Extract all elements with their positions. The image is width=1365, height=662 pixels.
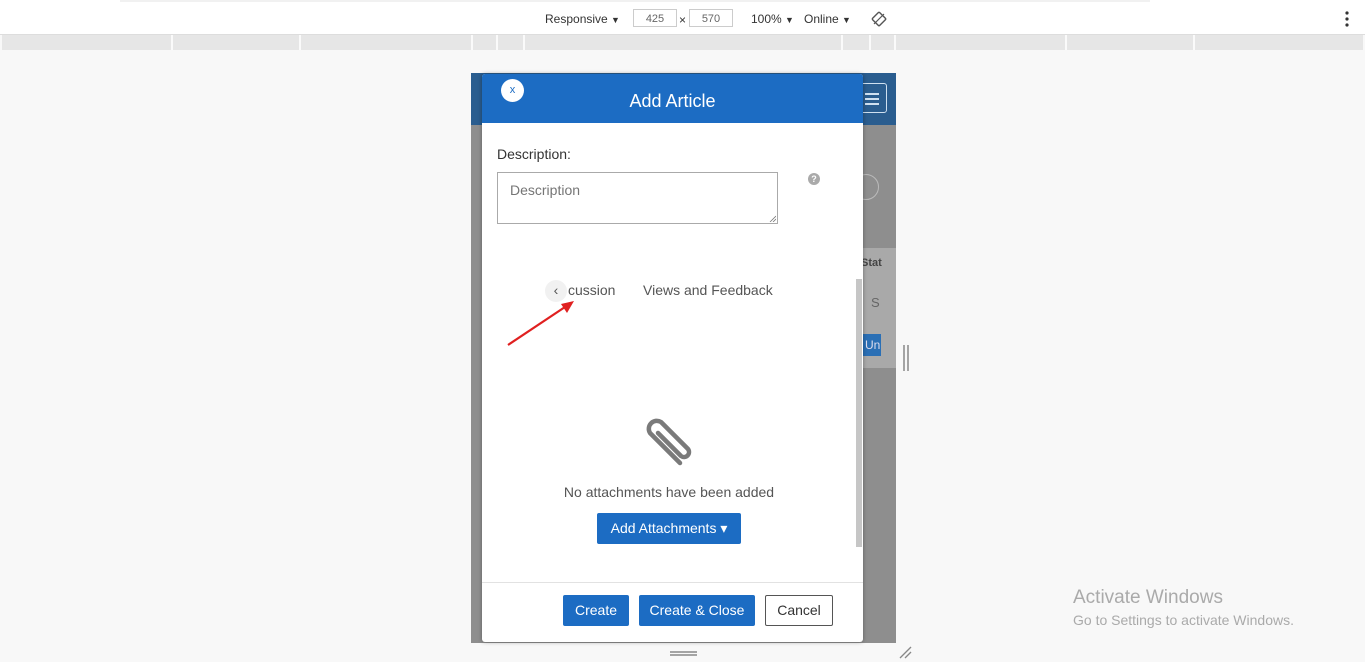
caret-down-icon: ▼ xyxy=(842,15,851,25)
device-select[interactable]: Responsive ▼ xyxy=(545,12,620,27)
caret-down-icon: ▼ xyxy=(785,15,794,25)
media-query-divider xyxy=(1065,35,1067,50)
rotate-icon[interactable] xyxy=(871,11,887,27)
description-label: Description: xyxy=(497,146,571,162)
media-query-divider xyxy=(894,35,896,50)
add-attachments-button[interactable]: Add Attachments ▾ xyxy=(597,513,741,544)
media-query-divider xyxy=(841,35,843,50)
media-query-divider xyxy=(869,35,871,50)
add-attachments-label: Add Attachments xyxy=(610,520,717,536)
table-cell: S xyxy=(871,295,880,310)
media-query-bar[interactable] xyxy=(2,35,1363,50)
more-vert-icon[interactable] xyxy=(1341,10,1353,28)
caret-down-icon: ▼ xyxy=(611,15,620,25)
close-button[interactable]: x xyxy=(501,79,524,102)
help-icon[interactable]: ? xyxy=(808,173,820,185)
textarea-resize-grip-icon[interactable] xyxy=(769,215,776,222)
activate-windows-title: Activate Windows xyxy=(1073,587,1223,608)
zoom-select[interactable]: 100% ▼ xyxy=(751,12,794,27)
media-query-divider xyxy=(299,35,301,50)
no-attachments-text: No attachments have been added xyxy=(563,484,775,500)
create-button[interactable]: Create xyxy=(563,595,629,626)
throttle-select[interactable]: Online ▼ xyxy=(804,12,851,27)
device-label: Responsive xyxy=(545,12,608,26)
cancel-button[interactable]: Cancel xyxy=(765,595,833,626)
media-query-divider xyxy=(171,35,173,50)
tab-views-and-feedback[interactable]: Views and Feedback xyxy=(643,282,773,298)
resize-handle-bottom[interactable] xyxy=(670,650,697,657)
create-and-close-button[interactable]: Create & Close xyxy=(639,595,755,626)
table-header-cell: Stat xyxy=(861,257,882,269)
resize-handle-corner[interactable] xyxy=(898,645,912,659)
media-query-divider xyxy=(523,35,525,50)
address-bar-edge xyxy=(120,0,1150,2)
red-annotation-arrow-icon xyxy=(507,301,574,346)
page-button: Un xyxy=(861,334,881,356)
resize-handle-right[interactable] xyxy=(902,345,910,371)
modal-title: Add Article xyxy=(629,91,716,111)
footer-divider xyxy=(482,582,863,583)
zoom-label: 100% xyxy=(751,12,782,26)
caret-down-icon: ▾ xyxy=(720,520,728,536)
throttle-label: Online xyxy=(804,12,839,26)
description-field[interactable] xyxy=(497,172,778,224)
add-article-modal: Add Article x Description: ? ‹ cussion V… xyxy=(482,74,863,642)
activate-windows-subtitle: Go to Settings to activate Windows. xyxy=(1073,612,1294,628)
media-query-divider xyxy=(496,35,498,50)
media-query-divider xyxy=(471,35,473,50)
viewport-width-input[interactable]: 425 xyxy=(633,9,677,27)
modal-scrollbar[interactable] xyxy=(856,279,862,547)
media-query-divider xyxy=(1193,35,1195,50)
paperclip-icon xyxy=(646,418,692,466)
dimension-separator: × xyxy=(679,13,687,27)
viewport-height-input[interactable]: 570 xyxy=(689,9,733,27)
